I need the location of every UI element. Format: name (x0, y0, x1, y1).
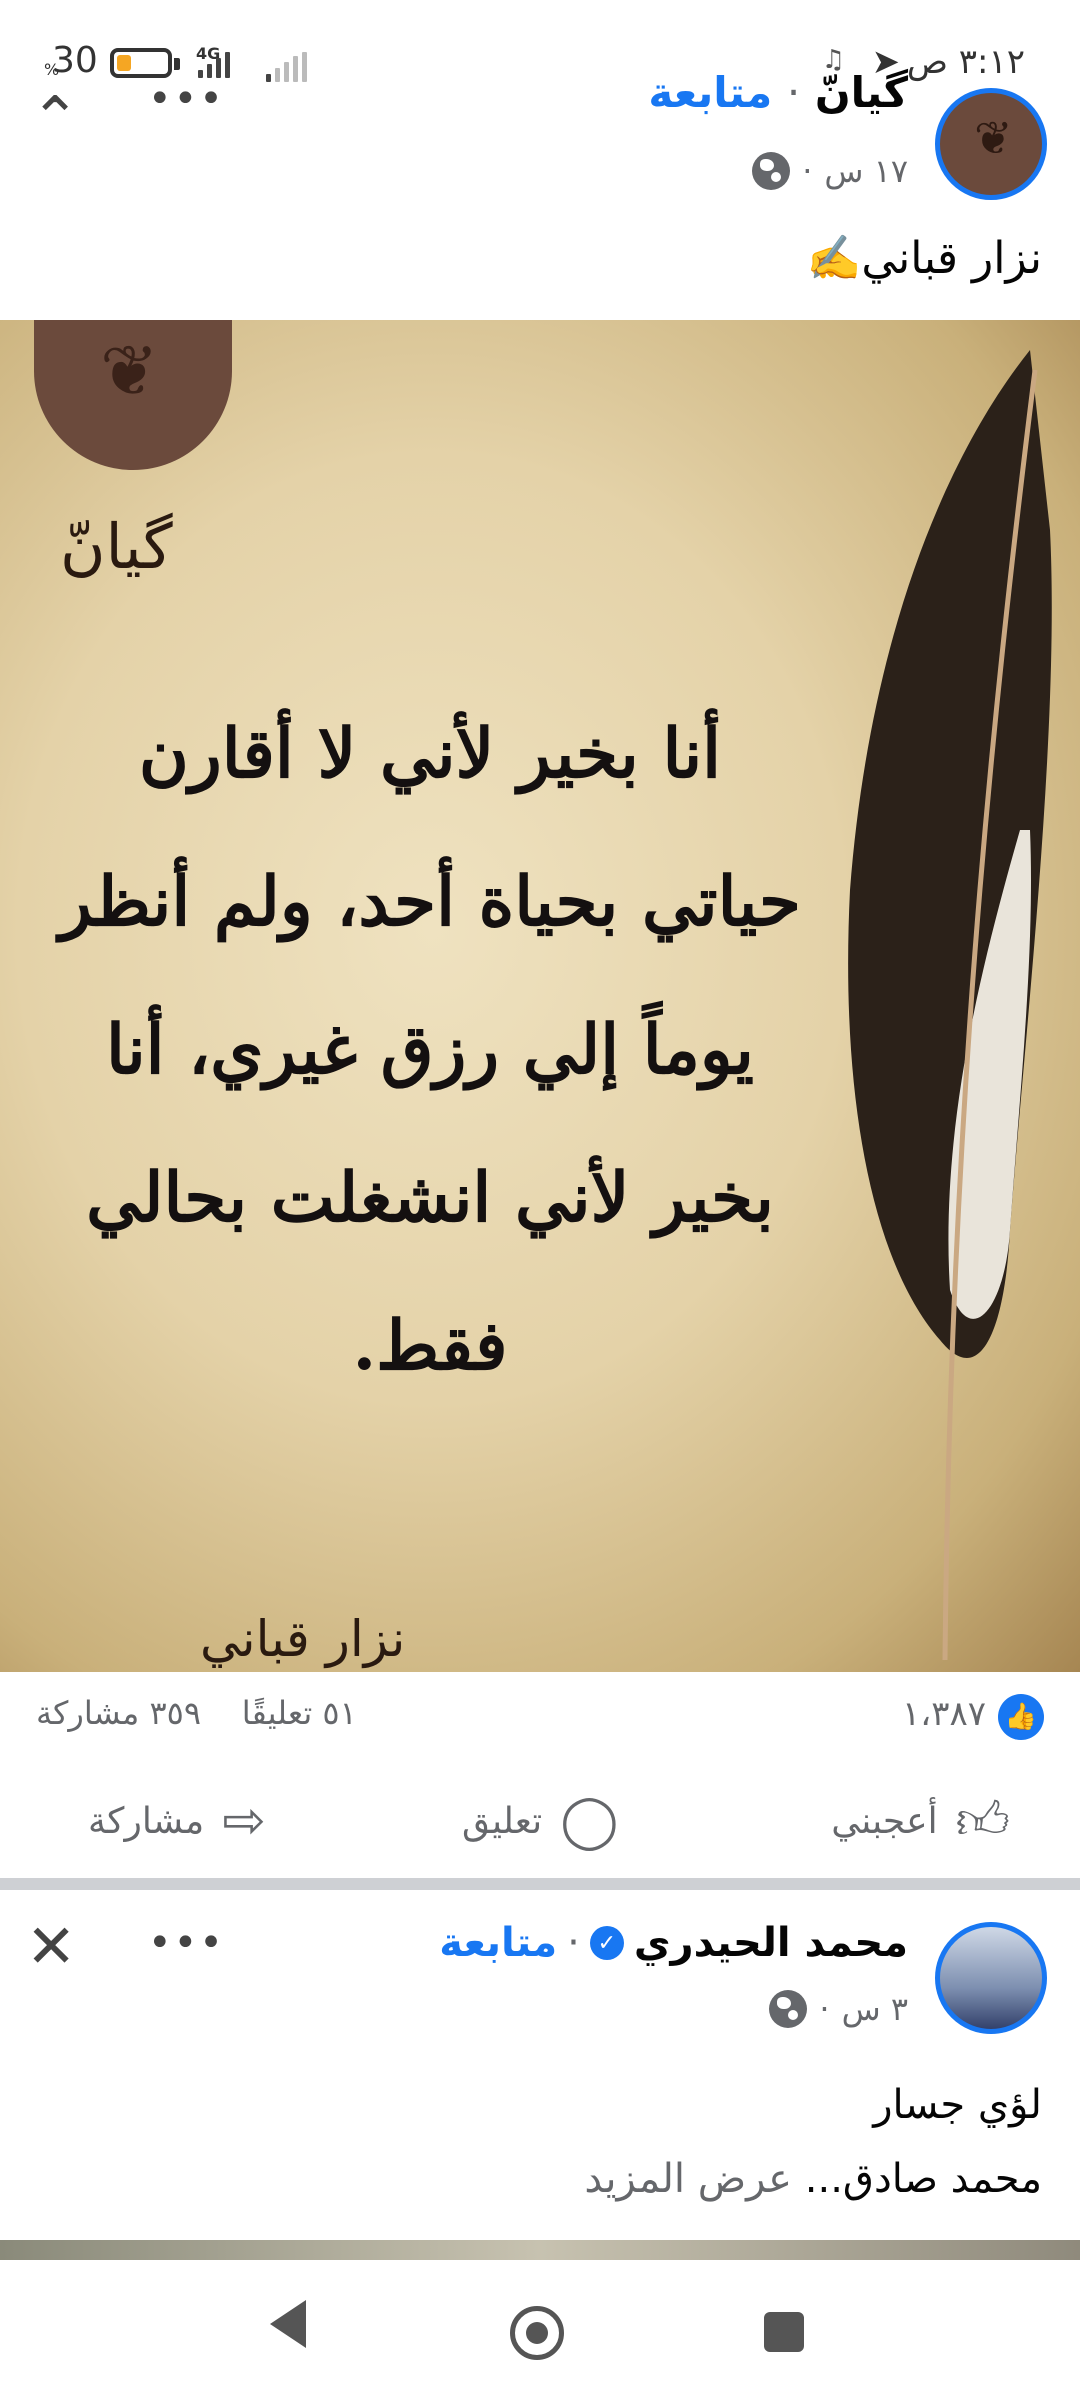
quote-line: فقط. (352, 1306, 508, 1386)
engagement-counts: ٥١ تعليقًا ٣٥٩ مشاركة (36, 1694, 357, 1732)
more-options-button[interactable]: ••• (148, 1920, 225, 1966)
like-label: أعجبني (831, 1800, 938, 1842)
post-time[interactable]: ١٧ س (824, 152, 908, 190)
post-text-line: محمد صادق... عرض المزيد (584, 2156, 1042, 2202)
post-caption: نزار قباني✍️ (806, 233, 1042, 284)
separator: · (819, 1990, 830, 2028)
battery-fill (117, 55, 131, 71)
home-icon[interactable] (510, 2306, 564, 2360)
share-arrow-icon: ⇨ (222, 1791, 266, 1851)
quote-line: حياتي بحياة أحد، ولم أنظر (59, 862, 801, 942)
feather-quill-icon (848, 350, 1052, 1661)
post-image[interactable]: ❦ گيانّ أنا بخير لأني لا أقارن حياتي بحي… (0, 320, 1080, 1672)
rose-icon: ❦ (974, 111, 1013, 165)
share-count[interactable]: ٣٥٩ مشاركة (36, 1694, 201, 1732)
see-more-link[interactable]: عرض المزيد (584, 2156, 792, 2202)
post-text-truncated: محمد صادق... (804, 2156, 1042, 2202)
like-reaction-icon: 👍 (998, 1694, 1044, 1740)
more-options-button[interactable]: ••• (148, 76, 225, 122)
post-time[interactable]: ٣ س (842, 1990, 908, 2028)
share-label: مشاركة (88, 1800, 205, 1842)
verified-badge-icon: ✓ (589, 1926, 624, 1960)
back-icon[interactable] (270, 2300, 306, 2348)
image-author-mark: نزار قباني (200, 1610, 406, 1668)
comment-count[interactable]: ٥١ تعليقًا (242, 1694, 357, 1732)
follow-button[interactable]: متابعة (648, 68, 772, 117)
battery-tip (174, 58, 180, 70)
share-button[interactable]: ⇨ مشاركة (88, 1786, 266, 1856)
battery-percent: 30 (52, 40, 98, 81)
close-icon[interactable]: ✕ (26, 1912, 76, 1982)
avatar[interactable]: ❦ (935, 88, 1047, 200)
collapse-chevron-icon[interactable]: ⌃ (30, 84, 80, 154)
separator: · (567, 1920, 580, 1966)
recents-icon[interactable] (764, 2312, 804, 2352)
avatar[interactable] (935, 1922, 1047, 2034)
author-name[interactable]: محمد الحيدري (634, 1920, 908, 1966)
globe-icon (769, 1990, 808, 2028)
post-author-header: گيانّ · متابعة (648, 68, 908, 117)
post-text-line: لؤي جسار (873, 2082, 1042, 2128)
signal-icon-secondary (266, 52, 307, 82)
post-meta: ٣ س · (769, 1990, 908, 2028)
quote-line: يوماً إلي رزق غيري، أنا (106, 1010, 754, 1090)
comment-button[interactable]: ◯ تعليق (462, 1786, 618, 1856)
thumbs-up-icon: 👍︎ (955, 1791, 1010, 1851)
clock: ٣:١٢ ص (906, 42, 1025, 82)
image-signature: گيانّ (60, 510, 173, 583)
follow-button[interactable]: متابعة (439, 1920, 557, 1966)
post-divider (0, 1878, 1080, 1890)
comment-label: تعليق (462, 1800, 543, 1842)
battery-icon (110, 48, 172, 78)
like-button[interactable]: 👍︎ أعجبني (831, 1786, 1010, 1856)
reaction-count[interactable]: ١،٣٨٧ (902, 1694, 986, 1734)
separator: · (802, 152, 813, 190)
author-name[interactable]: گيانّ (815, 68, 908, 117)
rose-icon: ❦ (100, 330, 159, 412)
signal-icon (198, 52, 230, 78)
globe-icon (752, 152, 791, 190)
image-quote: أنا بخير لأني لا أقارن حياتي بحياة أحد، … (40, 680, 820, 1420)
separator: · (786, 68, 801, 117)
post-author-header: محمد الحيدري ✓ · متابعة (439, 1920, 908, 1966)
quote-line: أنا بخير لأني لا أقارن (138, 714, 722, 794)
speech-bubble-icon: ◯ (560, 1791, 619, 1851)
post-image[interactable] (0, 2240, 1080, 2260)
post-meta: ١٧ س · (752, 152, 908, 190)
quote-line: بخير لأني انشغلت بحالي (86, 1158, 774, 1238)
